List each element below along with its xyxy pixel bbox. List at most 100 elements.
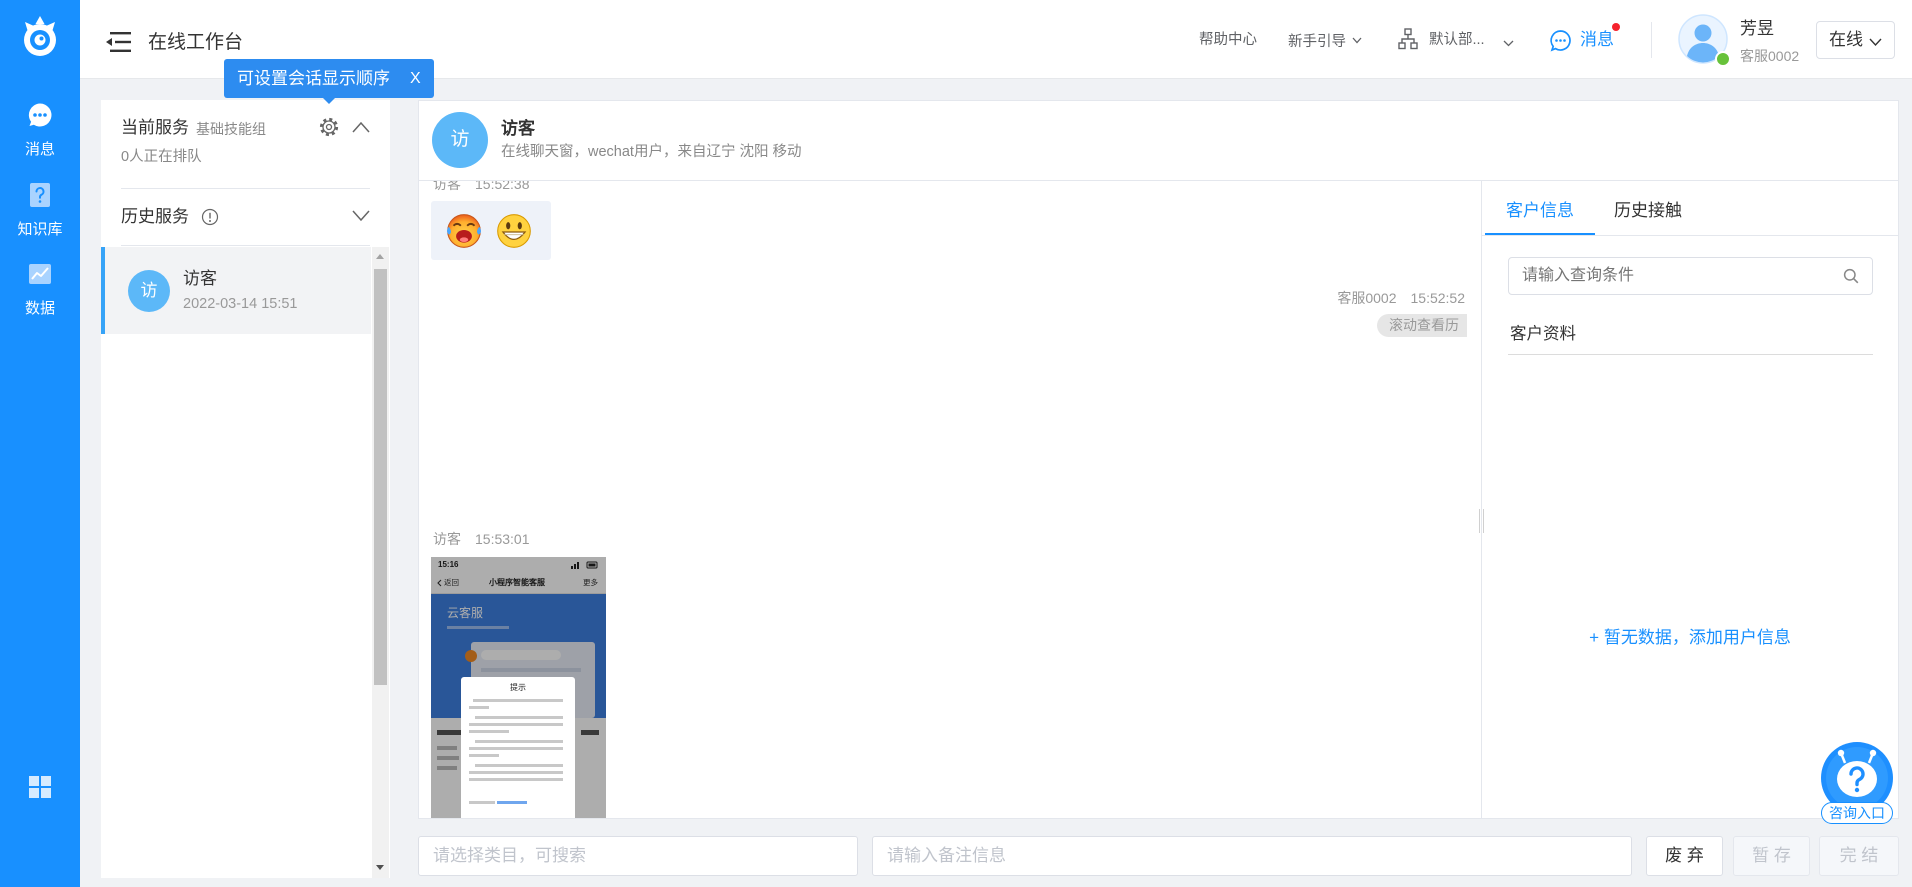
sidebar-item-label: 知识库 <box>17 221 63 238</box>
queue-count: 0人正在排队 <box>121 149 202 165</box>
phone-dialog-line <box>469 778 563 781</box>
agent-name: 芳昱 <box>1740 19 1774 38</box>
chevron-down-icon <box>1503 34 1514 52</box>
section-divider <box>121 188 370 189</box>
active-tab-underline <box>1485 233 1595 235</box>
session-list-scrollbar[interactable] <box>372 247 389 878</box>
tooltip-close-button[interactable]: X <box>410 68 421 89</box>
phone-dialog-line <box>469 747 563 750</box>
guide-dropdown[interactable]: 新手引导 <box>1288 31 1362 50</box>
chat-visitor-info: 在线聊天窗，wechat用户，来自辽宁 沈阳 移动 <box>501 144 802 160</box>
session-panel: 当前服务 基础技能组 0人正在排队 历史服务 访 访客 2022-03-14 1… <box>101 100 390 878</box>
message-time: 15:53:01 <box>475 531 530 547</box>
phone-dialog-title: 提示 <box>510 683 526 692</box>
message-time: 15:52:52 <box>1410 290 1466 306</box>
session-list-item[interactable]: 访 访客 2022-03-14 15:51 <box>101 247 371 334</box>
tab-customer-info[interactable]: 客户信息 <box>1506 200 1574 222</box>
status-dropdown[interactable]: 在线 <box>1816 21 1895 59</box>
scroll-down-arrow[interactable] <box>376 865 384 870</box>
current-service-title: 当前服务 <box>121 118 189 137</box>
org-tree-icon <box>1398 28 1418 50</box>
tooltip-text: 可设置会话显示顺序 <box>237 69 390 88</box>
phone-dialog-line <box>469 730 509 733</box>
phone-dialog: 提示 <box>461 677 575 818</box>
sidebar-item-label: 数据 <box>24 300 55 317</box>
customer-search-input[interactable] <box>1508 257 1873 295</box>
skill-group-label: 基础技能组 <box>196 121 266 137</box>
help-widget-label: 咨询入口 <box>1821 802 1893 824</box>
question-book-icon <box>26 181 54 209</box>
message-meta: 客服0002 15:52:52 <box>1337 289 1465 307</box>
emoji-laughing-tears-icon <box>444 211 484 251</box>
session-time: 2022-03-14 15:51 <box>183 296 298 312</box>
line-chart-icon <box>26 260 54 288</box>
message-meta: 访客 15:53:01 <box>433 530 530 548</box>
help-widget[interactable]: 咨询入口 <box>1819 741 1895 825</box>
header-separator <box>1651 22 1652 58</box>
sidebar-item-data[interactable]: 数据 <box>0 258 80 320</box>
category-select[interactable] <box>418 836 858 876</box>
chevron-down-icon <box>1352 31 1362 49</box>
grid-apps-icon[interactable] <box>29 776 51 798</box>
message-time: 15:52:38 <box>475 181 530 192</box>
phone-dialog-line <box>469 801 495 804</box>
phone-dialog-line <box>469 754 499 757</box>
scrollbar-thumb[interactable] <box>374 269 387 685</box>
expand-history-button[interactable] <box>351 209 371 223</box>
messages-label: 消息 <box>1580 30 1614 49</box>
help-center-link[interactable]: 帮助中心 <box>1199 31 1257 49</box>
message-sender: 访客 <box>433 531 461 547</box>
chat-visitor-name: 访客 <box>501 119 535 138</box>
sidebar-item-messages[interactable]: 消息 <box>0 99 80 161</box>
chevron-down-icon <box>1869 34 1882 52</box>
phone-dialog-line <box>475 740 563 743</box>
finish-button[interactable]: 完 结 <box>1819 836 1899 876</box>
phone-dialog-line <box>475 716 563 719</box>
session-visitor-name: 访客 <box>183 269 217 288</box>
sidebar-item-knowledge[interactable]: 知识库 <box>0 179 80 241</box>
chat-panel: 访 访客 在线聊天窗，wechat用户，来自辽宁 沈阳 移动 访客 15:52:3… <box>418 100 1899 819</box>
message-sender: 客服0002 <box>1337 290 1397 306</box>
discard-button[interactable]: 废 弃 <box>1646 836 1723 876</box>
customer-panel: 客户信息 历史接触 客户资料 + 暂无数据，添加用户信息 <box>1482 181 1898 818</box>
department-label: 默认部... <box>1429 32 1485 48</box>
image-message[interactable]: 15:16 返回 小程序智能客服 更多 云客服 提示 <box>431 557 606 818</box>
info-icon[interactable] <box>201 208 219 226</box>
phone-dialog-line <box>469 723 563 726</box>
unread-badge-dot <box>1612 23 1620 31</box>
search-icon[interactable] <box>1843 268 1859 284</box>
phone-dialog-line <box>475 764 563 767</box>
app-logo-icon[interactable] <box>17 15 63 61</box>
collapse-current-button[interactable] <box>351 120 371 134</box>
scroll-up-arrow[interactable] <box>376 254 384 259</box>
phone-dialog-link <box>497 801 527 804</box>
history-service-title[interactable]: 历史服务 <box>121 206 189 228</box>
header-messages-button[interactable]: 消息 <box>1549 22 1629 58</box>
guide-label: 新手引导 <box>1288 34 1346 50</box>
department-dropdown[interactable]: 默认部... <box>1398 28 1518 52</box>
scroll-history-notice[interactable]: 滚动查看历 <box>1377 314 1467 337</box>
profile-title-underline <box>1508 354 1873 355</box>
status-label: 在线 <box>1829 30 1863 49</box>
sidebar: 消息 知识库 数据 <box>0 0 80 887</box>
message-meta: 访客 15:52:38 <box>433 181 530 193</box>
note-input[interactable] <box>872 836 1632 876</box>
save-draft-button[interactable]: 暂 存 <box>1733 836 1810 876</box>
agent-id: 客服0002 <box>1740 48 1800 64</box>
gear-icon[interactable] <box>319 117 339 137</box>
add-customer-info-link[interactable]: + 暂无数据，添加用户信息 <box>1482 627 1898 649</box>
menu-fold-icon[interactable] <box>105 31 131 53</box>
tooltip-arrow <box>323 98 335 104</box>
phone-dialog-line <box>469 706 489 709</box>
section-divider <box>121 245 370 246</box>
tabs-divider <box>1482 235 1898 236</box>
chat-bubble-icon <box>1549 29 1572 52</box>
tab-history-contacts[interactable]: 历史接触 <box>1614 200 1682 222</box>
chat-bubble-icon <box>26 101 54 129</box>
message-list[interactable]: 访客 15:52:38 客服0002 15:52:52 滚动查看历 访客 15:… <box>419 181 1481 818</box>
visitor-avatar: 访 <box>128 270 170 312</box>
online-status-dot <box>1715 51 1731 67</box>
customer-profile-title: 客户资料 <box>1510 325 1576 343</box>
sort-order-tooltip: 可设置会话显示顺序 X <box>224 59 434 104</box>
sidebar-item-label: 消息 <box>24 141 55 158</box>
